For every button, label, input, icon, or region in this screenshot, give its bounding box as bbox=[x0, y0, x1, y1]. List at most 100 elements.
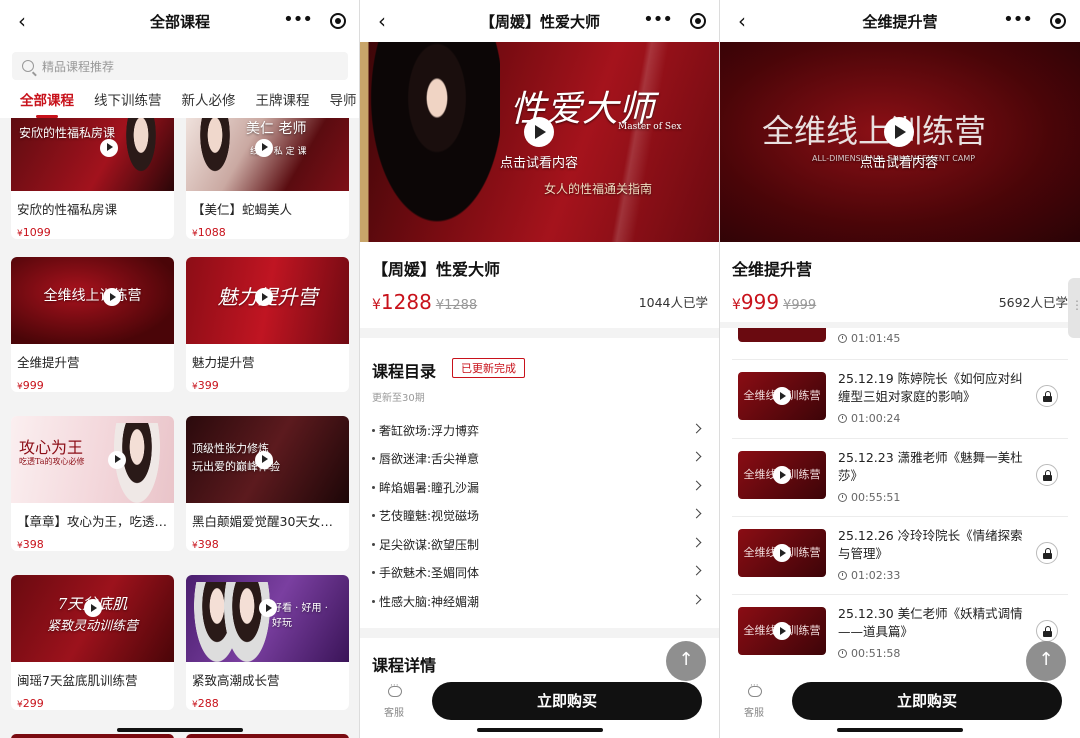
chat-icon[interactable] bbox=[388, 681, 402, 697]
buy-now-button[interactable]: 立即购买 bbox=[792, 682, 1062, 720]
play-icon bbox=[99, 138, 118, 157]
course-price: ¥999 ¥999 bbox=[732, 290, 817, 314]
catalog-title: 课程目录 bbox=[372, 362, 437, 381]
episode-thumbnail: 全维线上训练营 bbox=[738, 372, 826, 420]
section-divider bbox=[360, 628, 719, 638]
buy-now-button[interactable]: 立即购买 bbox=[432, 682, 702, 720]
tab-offline-camp[interactable]: 线下训练营 bbox=[94, 86, 162, 116]
close-miniapp-icon[interactable] bbox=[330, 13, 346, 29]
close-miniapp-icon[interactable] bbox=[690, 13, 706, 29]
course-price: ¥288 bbox=[192, 697, 219, 710]
catalog-item[interactable]: 眸焰媚暑:瞳孔沙漏 bbox=[372, 473, 708, 501]
tab-all-courses[interactable]: 全部课程 bbox=[20, 86, 74, 116]
episode-duration: 00:51:58 bbox=[838, 647, 900, 660]
nav-bar: ‹ 全部课程 ••• bbox=[0, 0, 359, 42]
nav-bar: ‹ 【周媛】性爱大师 ••• bbox=[360, 0, 719, 42]
back-to-top-button[interactable]: ↑ bbox=[1026, 641, 1066, 681]
play-icon bbox=[773, 387, 791, 405]
episode-row[interactable]: 01:01:45 bbox=[720, 328, 1080, 358]
course-card[interactable] bbox=[11, 734, 174, 738]
course-thumbnail: 攻心为王 吃透Ta的攻心必修 bbox=[11, 416, 174, 503]
course-title: 安欣的性福私房课 bbox=[17, 202, 118, 217]
play-icon bbox=[255, 138, 274, 157]
play-icon[interactable] bbox=[524, 117, 554, 147]
episode-thumbnail: 全维线上训练营 bbox=[738, 607, 826, 655]
course-card[interactable]: 顶级性张力修炼 玩出爱的巅峰体验 黑白颠媚爱觉醒30天女性成长 ¥398 bbox=[186, 416, 349, 551]
play-icon bbox=[773, 466, 791, 484]
episode-duration: 01:00:24 bbox=[838, 412, 900, 425]
course-title: 全维提升营 bbox=[17, 355, 80, 370]
course-title: 紧致高潮成长营 bbox=[192, 673, 280, 688]
nav-bar: ‹ 全维提升营 ••• bbox=[720, 0, 1080, 42]
episode-duration: 00:55:51 bbox=[838, 491, 900, 504]
play-icon bbox=[773, 622, 791, 640]
course-title: 【章章】攻心为王，吃透Ta的攻心必修 bbox=[17, 514, 174, 529]
home-indicator bbox=[837, 728, 963, 732]
catalog-item[interactable]: 唇欲迷津:舌尖禅意 bbox=[372, 444, 708, 472]
screen-camp-detail: ‹ 全维提升营 ••• 全维线上训练营 ALL-DIMENSIONAL ENHA… bbox=[720, 0, 1080, 738]
episode-title: 25.12.19 陈婷院长《如何应对纠缠型三姐对家庭的影响》 bbox=[838, 371, 1023, 404]
catalog-item[interactable]: 手欲魅术:圣媚同体 bbox=[372, 558, 708, 586]
search-icon bbox=[22, 60, 34, 72]
course-card[interactable]: 魅力提升营 魅力提升营 ¥399 bbox=[186, 257, 349, 392]
course-card[interactable]: 美仁 老师 线 上 私 定 课 【美仁】蛇蝎美人 ¥1088 bbox=[186, 118, 349, 239]
chevron-right-icon bbox=[691, 508, 702, 519]
preview-label: 点击试看内容 bbox=[500, 156, 579, 171]
catalog-item[interactable]: 奢缸欲场:浮力博弈 bbox=[372, 416, 708, 444]
more-icon[interactable]: ••• bbox=[643, 10, 673, 30]
course-card[interactable] bbox=[186, 734, 349, 738]
screen-course-detail: ‹ 【周媛】性爱大师 ••• 性爱大师 Master of Sex 点击试看内容… bbox=[360, 0, 720, 738]
detail-title: 课程详情 bbox=[372, 656, 437, 675]
episode-row[interactable]: 全维线上训练营 25.12.19 陈婷院长《如何应对纠缠型三姐对家庭的影响》 0… bbox=[720, 360, 1080, 438]
more-icon[interactable]: ••• bbox=[1003, 10, 1033, 30]
customer-service-label[interactable]: 客服 bbox=[384, 704, 404, 719]
original-price: ¥1288 bbox=[435, 298, 478, 313]
course-price: ¥398 bbox=[192, 538, 219, 551]
course-info: 【周媛】性爱大师 ¥1288 ¥1288 1044人已学 bbox=[360, 242, 719, 328]
chat-icon[interactable] bbox=[748, 681, 762, 697]
episode-title: 25.12.30 美仁老师《妖精式调情——道具篇》 bbox=[838, 606, 1023, 639]
course-title: 全维提升营 bbox=[732, 260, 813, 279]
course-card[interactable]: 全维线上训练营 全维提升营 ¥999 bbox=[11, 257, 174, 392]
play-icon bbox=[103, 288, 122, 307]
course-card[interactable]: 好看 · 好用 · 好玩 紧致高潮成长营 ¥288 bbox=[186, 575, 349, 710]
learner-count: 5692人已学 bbox=[998, 295, 1068, 310]
tab-ace-courses[interactable]: 王牌课程 bbox=[256, 86, 310, 116]
video-preview[interactable]: 全维线上训练营 ALL-DIMENSIONAL ENHANCEMENT CAMP… bbox=[720, 42, 1080, 242]
play-icon bbox=[83, 599, 102, 618]
course-card[interactable]: 攻心为王 吃透Ta的攻心必修 【章章】攻心为王，吃透Ta的攻心必修 ¥398 bbox=[11, 416, 174, 551]
clock-icon bbox=[838, 334, 847, 343]
course-card[interactable]: 安欣的性福私房课 安欣的性福私房课 ¥1099 bbox=[11, 118, 174, 239]
course-thumbnail: 顶级性张力修炼 玩出爱的巅峰体验 bbox=[186, 416, 349, 503]
course-thumbnail: 全维线上训练营 bbox=[11, 257, 174, 344]
play-icon[interactable] bbox=[884, 117, 914, 147]
tab-mentor[interactable]: 导师 bbox=[330, 86, 357, 116]
play-icon bbox=[107, 450, 126, 469]
more-icon[interactable]: ••• bbox=[283, 10, 313, 30]
catalog-item[interactable]: 性感大脑:神经媚潮 bbox=[372, 587, 708, 615]
chevron-right-icon bbox=[691, 480, 702, 491]
search-input[interactable]: 精品课程推荐 bbox=[12, 52, 348, 80]
catalog-item[interactable]: 足尖欲谋:欲望压制 bbox=[372, 530, 708, 558]
tab-newbie[interactable]: 新人必修 bbox=[182, 86, 236, 116]
course-thumbnail: 魅力提升营 bbox=[186, 257, 349, 344]
chevron-right-icon bbox=[691, 594, 702, 605]
close-miniapp-icon[interactable] bbox=[1050, 13, 1066, 29]
preview-label: 点击试看内容 bbox=[860, 156, 939, 171]
course-thumbnail: 好看 · 好用 · 好玩 bbox=[186, 575, 349, 662]
episode-row[interactable]: 全维线上训练营 25.12.23 潇雅老师《魅舞一美杜莎》 00:55:51 bbox=[720, 439, 1080, 517]
episode-duration: 01:01:45 bbox=[838, 332, 900, 345]
course-title: 黑白颠媚爱觉醒30天女性成长 bbox=[192, 514, 349, 529]
catalog-item[interactable]: 艺伎瞳魅:视觉磁场 bbox=[372, 501, 708, 529]
episode-row[interactable]: 全维线上训练营 25.12.26 冷玲玲院长《情绪探索与管理》 01:02:33 bbox=[720, 517, 1080, 595]
side-drawer-handle[interactable] bbox=[1068, 278, 1080, 338]
video-preview[interactable]: 性爱大师 Master of Sex 点击试看内容 女人的性福通关指南 bbox=[360, 42, 719, 242]
play-icon bbox=[258, 599, 277, 618]
status-badge: 已更新完成 bbox=[452, 358, 525, 378]
back-to-top-button[interactable]: ↑ bbox=[666, 641, 706, 681]
learner-count: 1044人已学 bbox=[638, 295, 708, 310]
customer-service-label[interactable]: 客服 bbox=[744, 704, 764, 719]
course-card[interactable]: 7天盆底肌 紧致灵动训练营 闽瑶7天盆底肌训练营 ¥299 bbox=[11, 575, 174, 710]
course-grid: 安欣的性福私房课 安欣的性福私房课 ¥1099 美仁 老师 线 上 私 定 课 … bbox=[0, 118, 359, 738]
clock-icon bbox=[838, 414, 847, 423]
